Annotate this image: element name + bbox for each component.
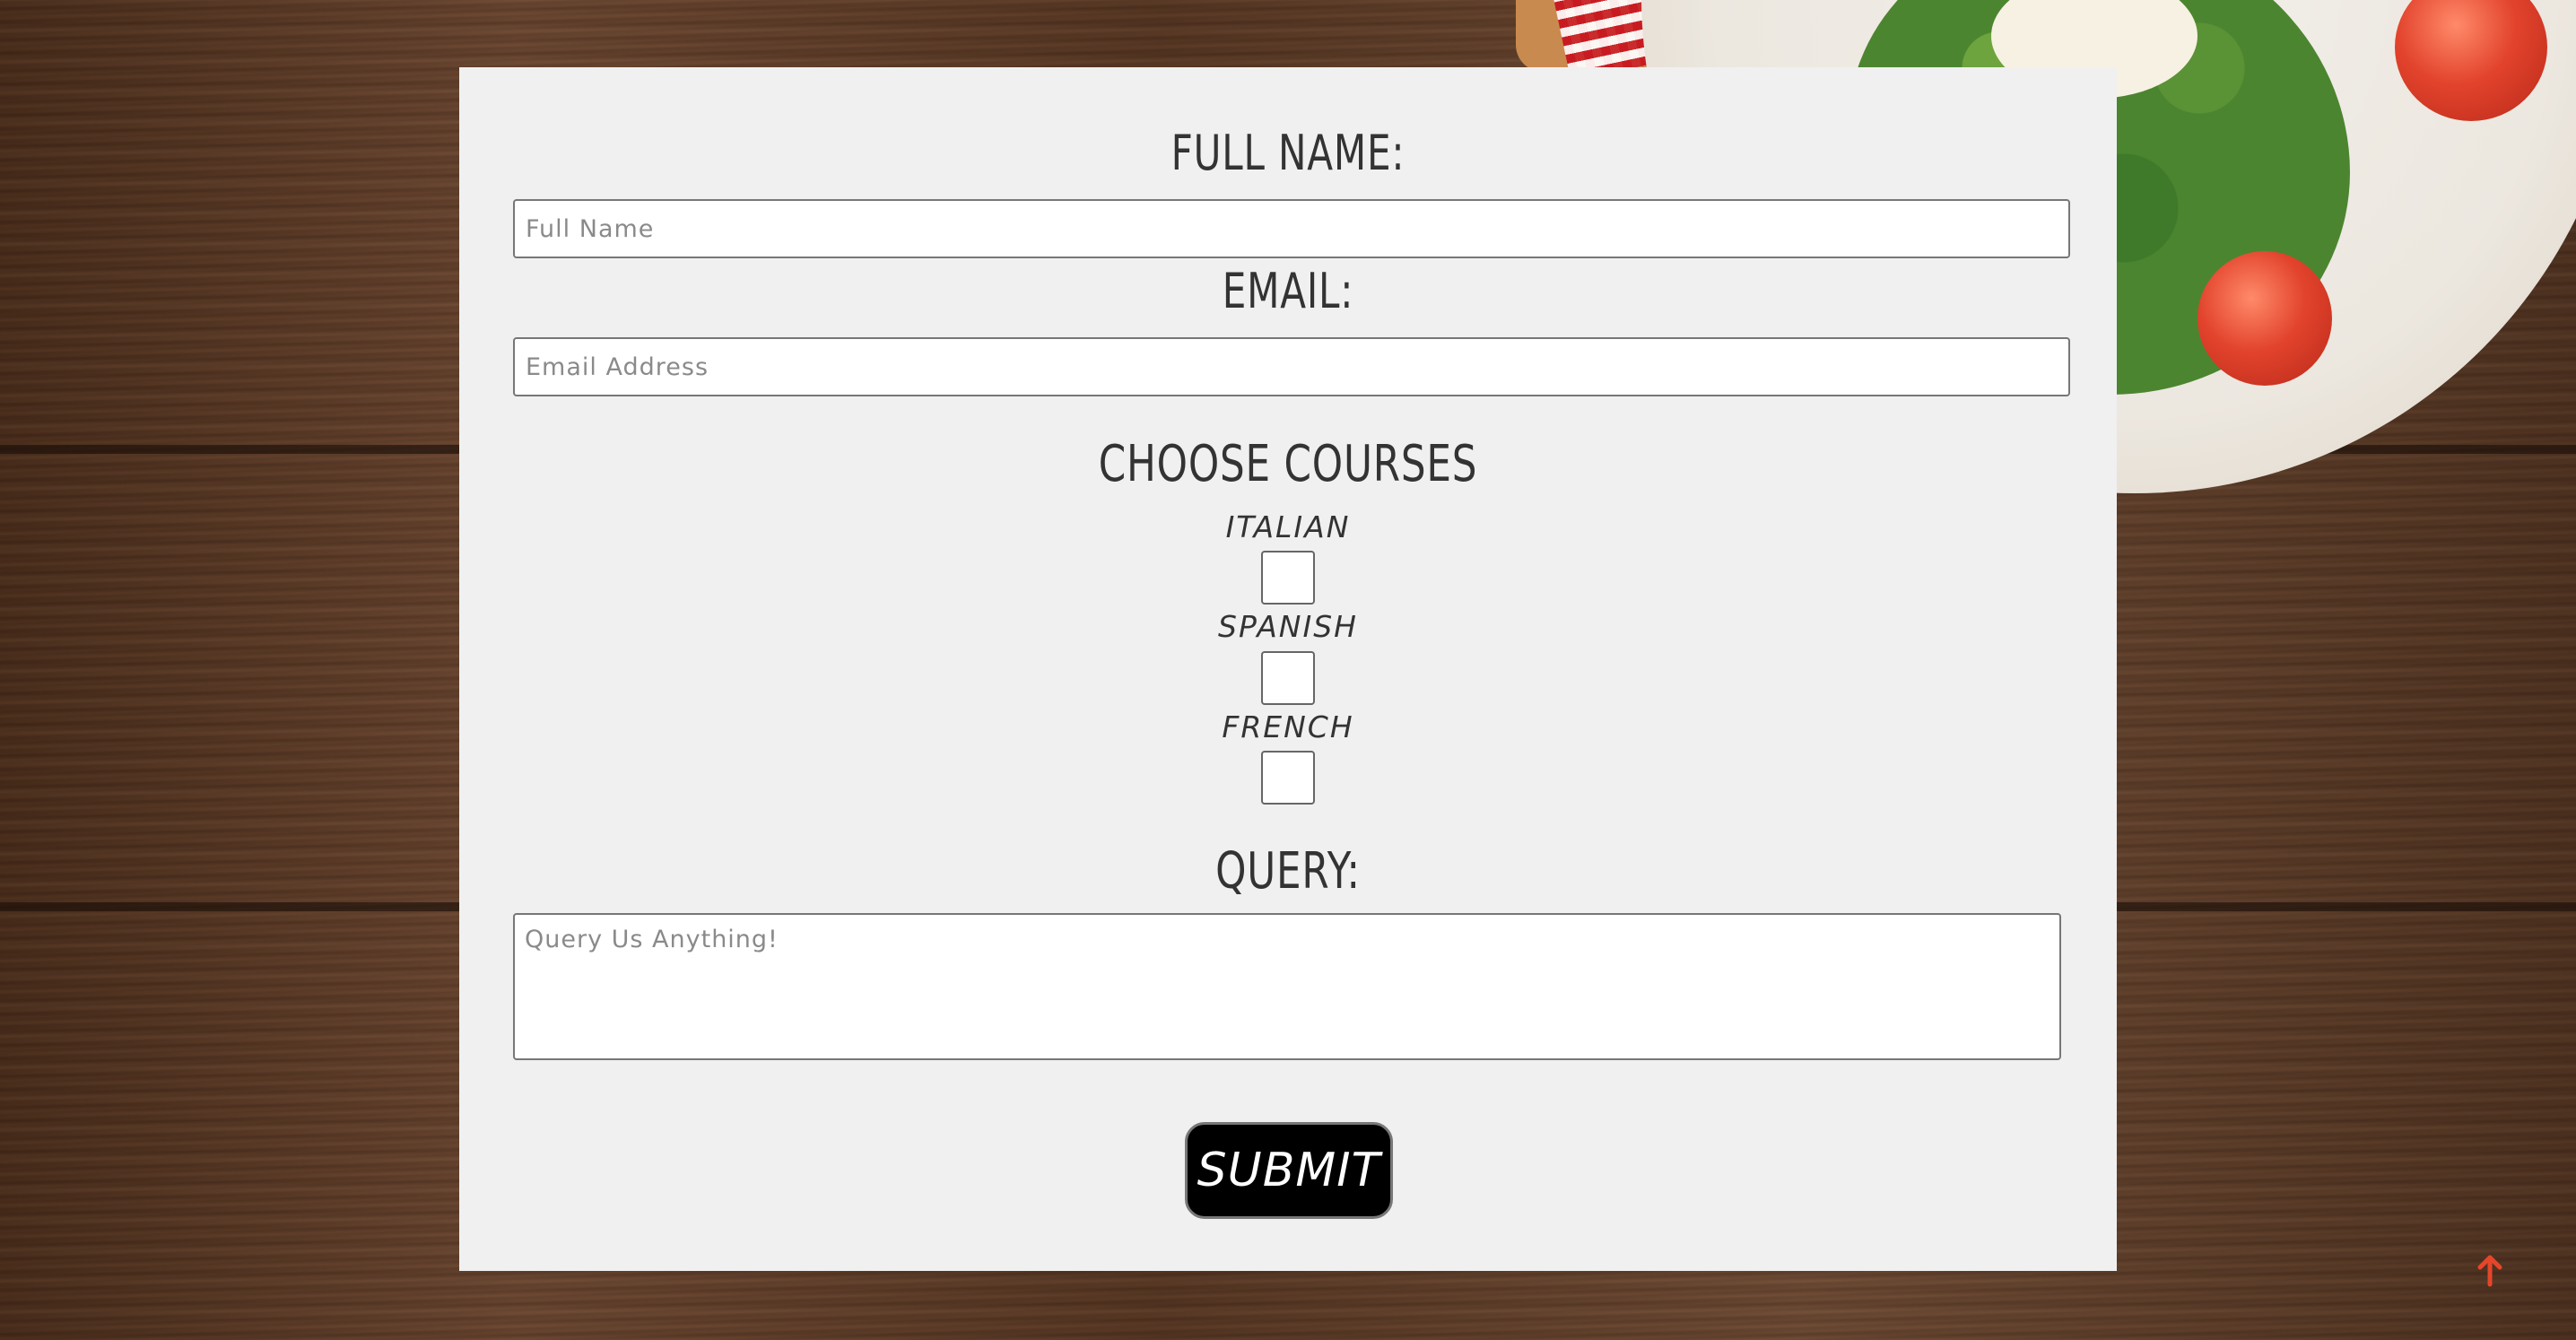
cherry-tomato: [2197, 251, 2332, 386]
course-label-french: FRENCH: [1222, 709, 1354, 744]
email-input[interactable]: [513, 337, 2070, 396]
query-textarea[interactable]: [513, 913, 2061, 1060]
checkbox-french[interactable]: [1261, 751, 1315, 805]
scroll-to-top-button[interactable]: [2474, 1254, 2506, 1290]
full-name-label: FULL NAME:: [1171, 125, 1405, 181]
contact-form: FULL NAME: EMAIL: CHOOSE COURSES ITALIAN…: [459, 67, 2117, 1271]
checkbox-spanish[interactable]: [1261, 651, 1315, 705]
full-name-input[interactable]: [513, 199, 2070, 258]
query-label: QUERY:: [1215, 842, 1361, 901]
course-label-spanish: SPANISH: [1218, 609, 1358, 644]
choose-courses-heading: CHOOSE COURSES: [1098, 435, 1478, 493]
submit-button[interactable]: SUBMIT: [1185, 1122, 1393, 1219]
course-label-italian: ITALIAN: [1225, 509, 1351, 544]
checkbox-italian[interactable]: [1261, 551, 1315, 605]
email-label: EMAIL:: [1222, 263, 1354, 319]
arrow-up-icon: [2477, 1255, 2502, 1287]
